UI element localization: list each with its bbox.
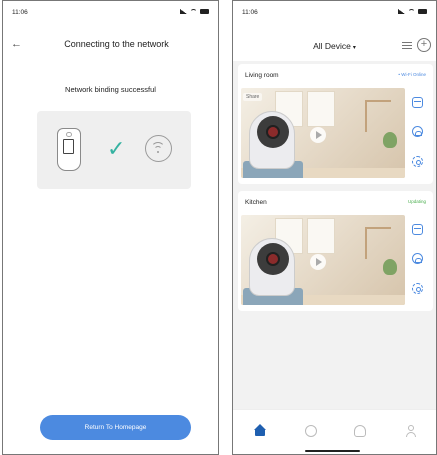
device-card-kitchen[interactable]: Kitchen Updating — [238, 191, 433, 311]
page-title: Connecting to the network — [64, 39, 169, 49]
wifi-status-icon — [190, 9, 197, 14]
calendar-icon[interactable] — [412, 224, 423, 235]
device-name: Kitchen — [245, 199, 267, 206]
success-message: Network binding successful — [65, 85, 156, 94]
menu-lines-icon[interactable] — [402, 42, 412, 49]
wifi-icon — [145, 135, 172, 162]
bottom-tab-bar — [233, 409, 436, 454]
device-status: Updating — [407, 199, 426, 204]
battery-icon — [200, 9, 209, 14]
play-icon[interactable] — [310, 254, 326, 270]
camera-preview[interactable]: Share — [241, 88, 405, 178]
settings-icon[interactable] — [412, 156, 423, 167]
header: 11:06 All Device ▾ + — [233, 1, 436, 61]
wifi-status-icon — [408, 9, 415, 14]
camera-lens — [266, 252, 280, 266]
binding-illustration: ✓ — [37, 111, 191, 189]
chevron-down-icon: ▾ — [352, 45, 356, 51]
cloud-icon[interactable] — [354, 425, 366, 437]
status-bar: 11:06 — [233, 9, 436, 21]
status-icons — [398, 9, 427, 14]
camera-preview[interactable] — [241, 215, 405, 305]
home-icon[interactable] — [254, 424, 266, 437]
signal-icon — [398, 9, 405, 14]
checkmark-icon: ✓ — [107, 136, 126, 161]
device-card-living-room[interactable]: Living room • Wi-Fi Online Share — [238, 64, 433, 184]
calendar-icon[interactable] — [412, 97, 423, 108]
settings-icon[interactable] — [412, 283, 423, 294]
play-icon[interactable] — [310, 127, 326, 143]
shelf — [365, 100, 391, 132]
plant — [383, 132, 397, 148]
header-title: All Device — [313, 41, 351, 51]
device-lens — [66, 132, 72, 137]
window — [307, 218, 335, 254]
cloud-icon[interactable] — [412, 126, 423, 137]
device-list-screen: 11:06 All Device ▾ + Living room • Wi-Fi … — [232, 0, 437, 455]
share-badge: Share — [243, 93, 263, 101]
device-name: Living room — [245, 72, 279, 79]
status-bar: 11:06 — [3, 9, 218, 21]
camera-lens — [266, 125, 280, 139]
status-icons — [180, 9, 209, 14]
add-circle-icon[interactable]: + — [417, 38, 431, 52]
message-icon[interactable] — [305, 425, 317, 437]
user-icon[interactable] — [405, 425, 417, 437]
cloud-icon[interactable] — [412, 253, 423, 264]
status-time: 11:06 — [12, 9, 28, 16]
camera-device-icon — [57, 128, 81, 171]
window — [307, 91, 335, 127]
device-screen — [63, 139, 74, 154]
shelf — [365, 227, 391, 259]
connecting-screen: 11:06 ← Connecting to the network Networ… — [2, 0, 219, 455]
signal-icon — [180, 9, 187, 14]
device-status: • Wi-Fi Online — [398, 72, 426, 77]
plant — [383, 259, 397, 275]
return-to-homepage-button[interactable]: Return To Homepage — [40, 415, 191, 440]
status-time: 11:06 — [242, 9, 258, 16]
home-indicator — [305, 450, 360, 452]
battery-icon — [418, 9, 427, 14]
